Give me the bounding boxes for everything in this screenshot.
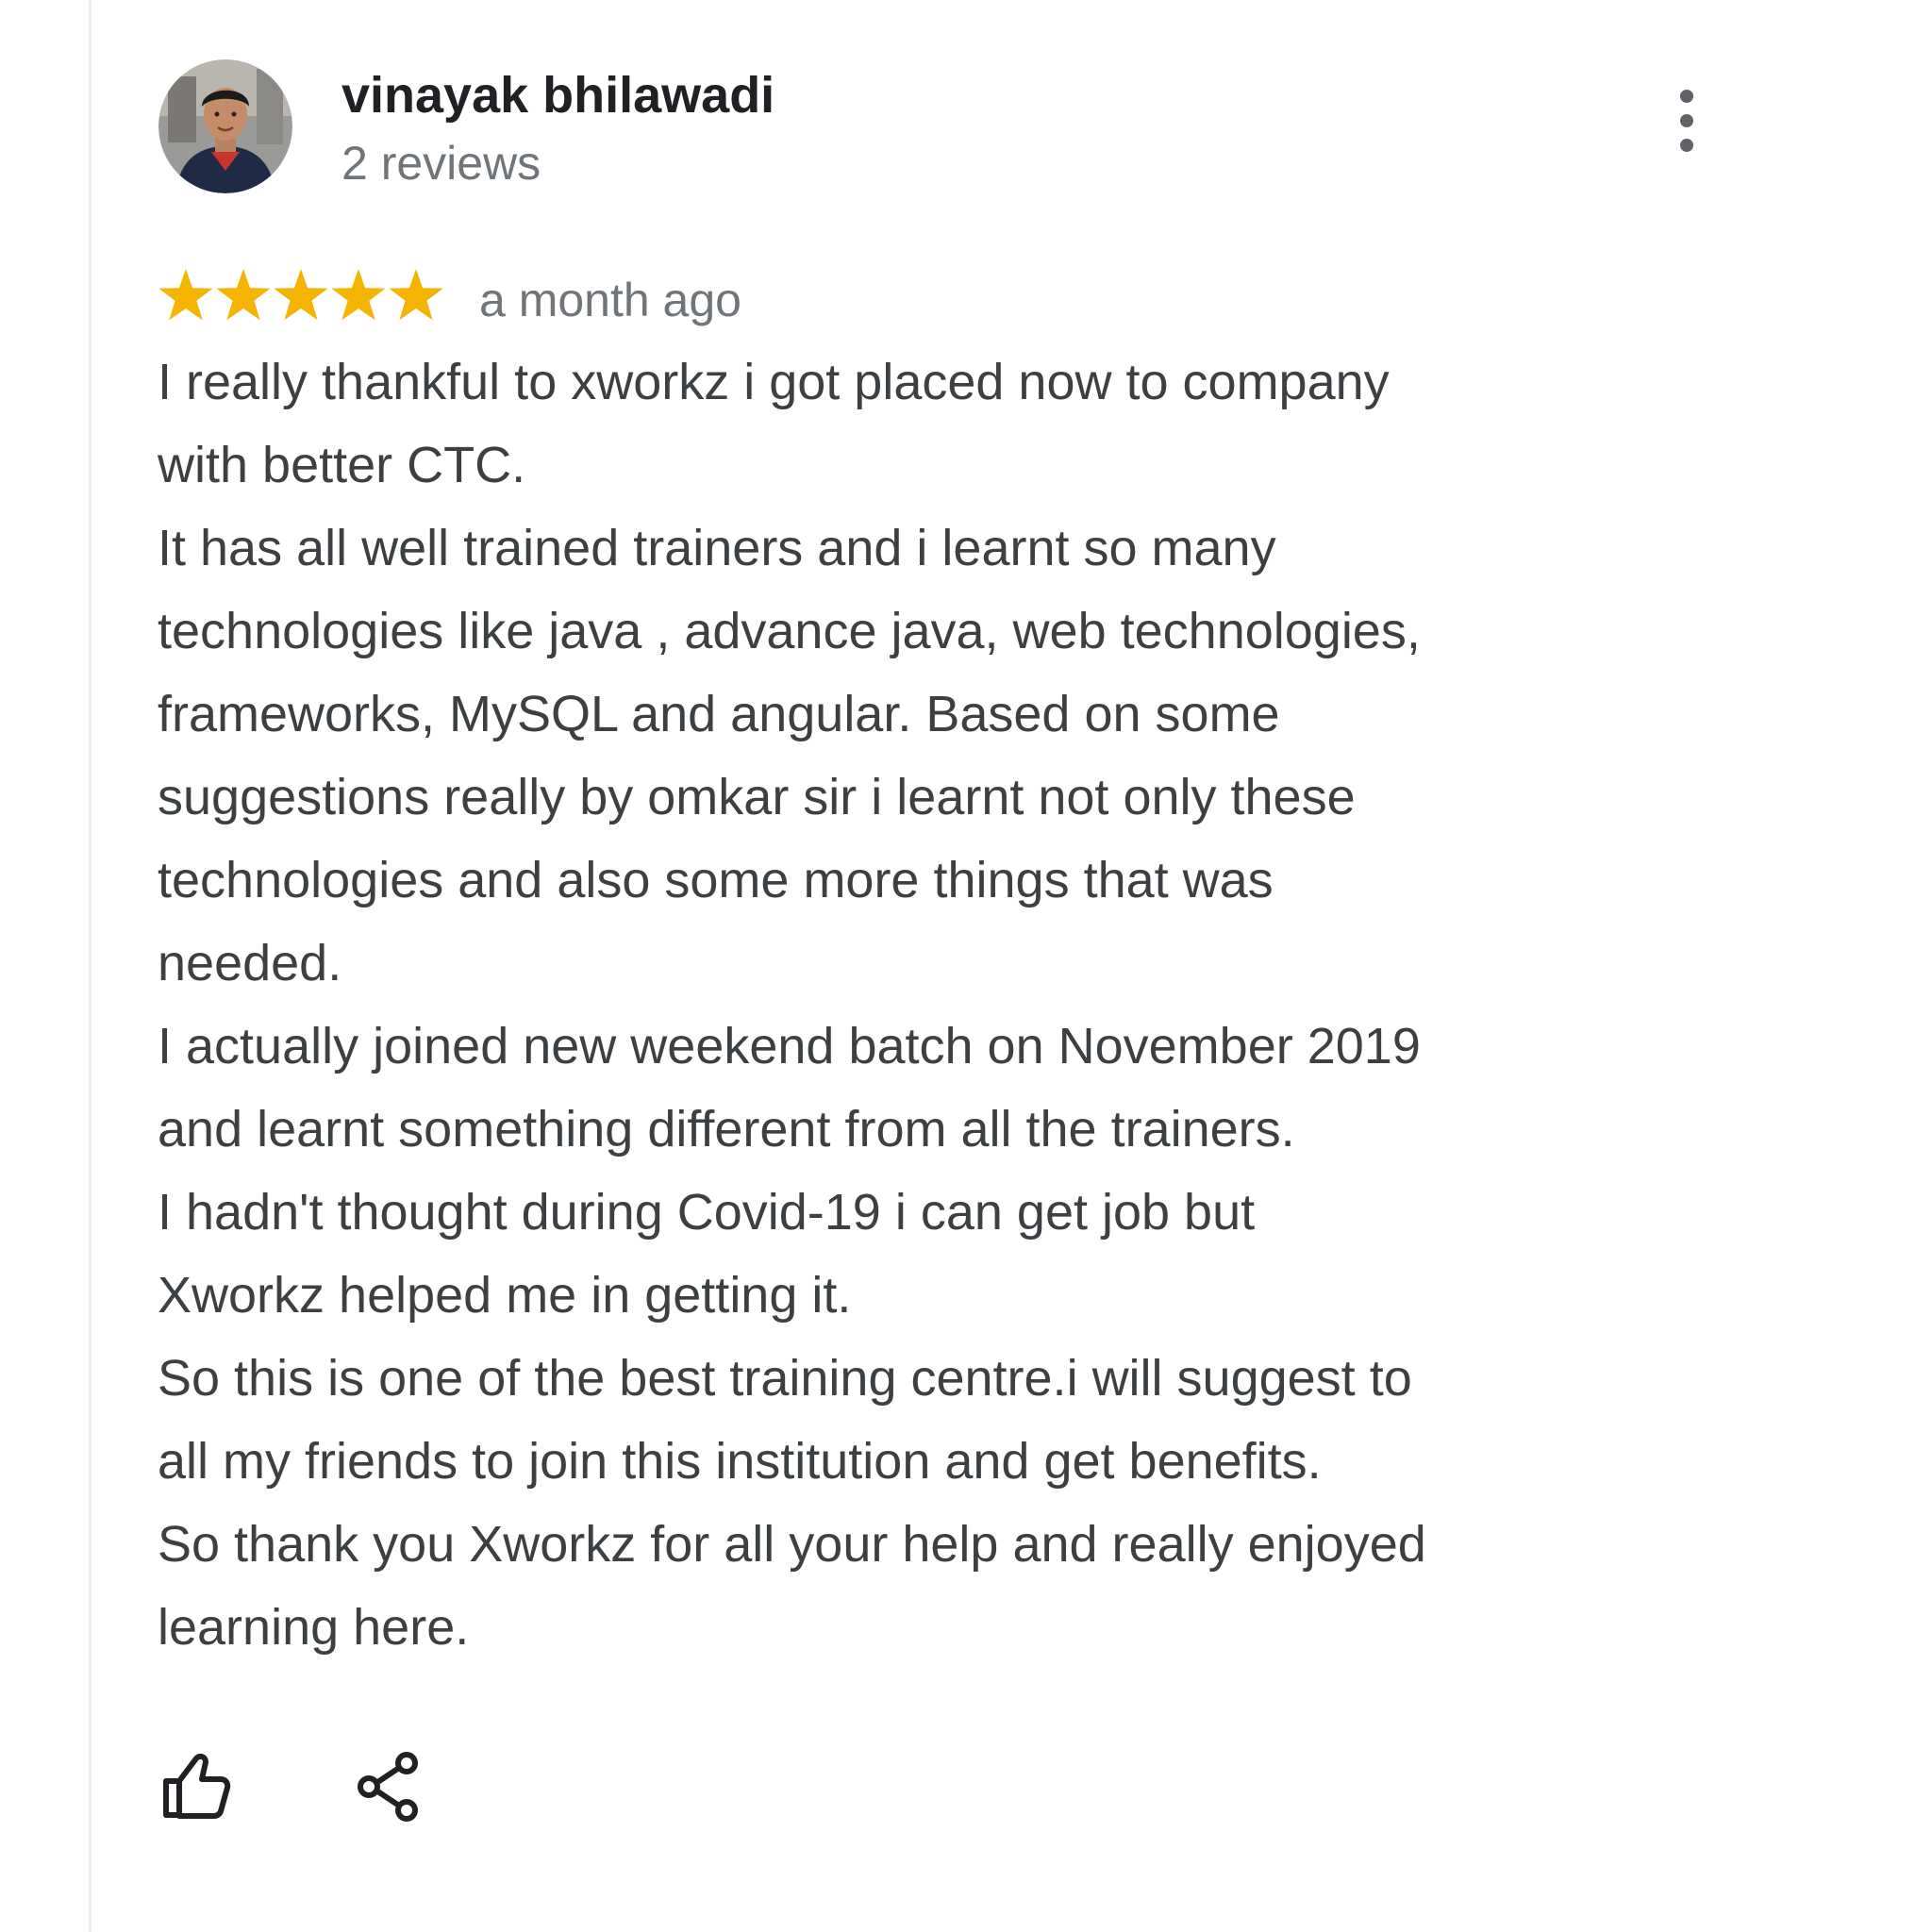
share-button[interactable]: [349, 1747, 428, 1826]
review-line: I actually joined new weekend batch on N…: [158, 1018, 1421, 1074]
review-line: It has all well trained trainers and i l…: [158, 520, 1276, 576]
avatar-image: [158, 59, 292, 193]
review-line: suggestions really by omkar sir i learnt…: [158, 769, 1356, 825]
author-review-count: 2 reviews: [341, 137, 541, 190]
review-line: I hadn't thought during Covid-19 i can g…: [158, 1184, 1256, 1241]
review-date: a month ago: [479, 274, 741, 326]
review-line: Xworkz helped me in getting it.: [158, 1267, 852, 1324]
review-line: and learnt something different from all …: [158, 1101, 1295, 1158]
star-icon: [216, 269, 271, 321]
review-line: learning here.: [158, 1599, 470, 1656]
star-icon: [331, 269, 386, 321]
avatar[interactable]: [158, 59, 292, 193]
review-line: I really thankful to xworkz i got placed…: [158, 354, 1390, 410]
review-line: needed.: [158, 935, 342, 991]
review-line: technologies and also some more things t…: [158, 852, 1274, 908]
like-button[interactable]: [157, 1747, 236, 1826]
review-line: frameworks, MySQL and angular. Based on …: [158, 686, 1280, 742]
star-icon: [274, 269, 328, 321]
star-icon: [158, 269, 213, 321]
author-name[interactable]: vinayak bhilawadi: [341, 62, 774, 128]
review-line: all my friends to join this institution …: [158, 1433, 1322, 1490]
review-line: with better CTC.: [158, 437, 526, 493]
thumb-up-icon: [163, 1753, 231, 1819]
more-vert-icon: [1680, 90, 1693, 152]
stars: [158, 269, 443, 321]
review-text: I really thankful to xworkz i got placed…: [158, 341, 1629, 1669]
review-actions: [157, 1747, 428, 1826]
divider: [89, 0, 92, 1932]
star-rating: [157, 262, 445, 328]
review-card: vinayak bhilawadi 2 reviews a month ago …: [0, 0, 1932, 1932]
more-options-button[interactable]: [1660, 81, 1713, 160]
review-line: technologies like java , advance java, w…: [158, 603, 1421, 659]
share-icon: [358, 1752, 418, 1822]
star-icon: [389, 269, 443, 321]
review-line: So thank you Xworkz for all your help an…: [158, 1516, 1426, 1573]
review-line: So this is one of the best training cent…: [158, 1350, 1412, 1407]
